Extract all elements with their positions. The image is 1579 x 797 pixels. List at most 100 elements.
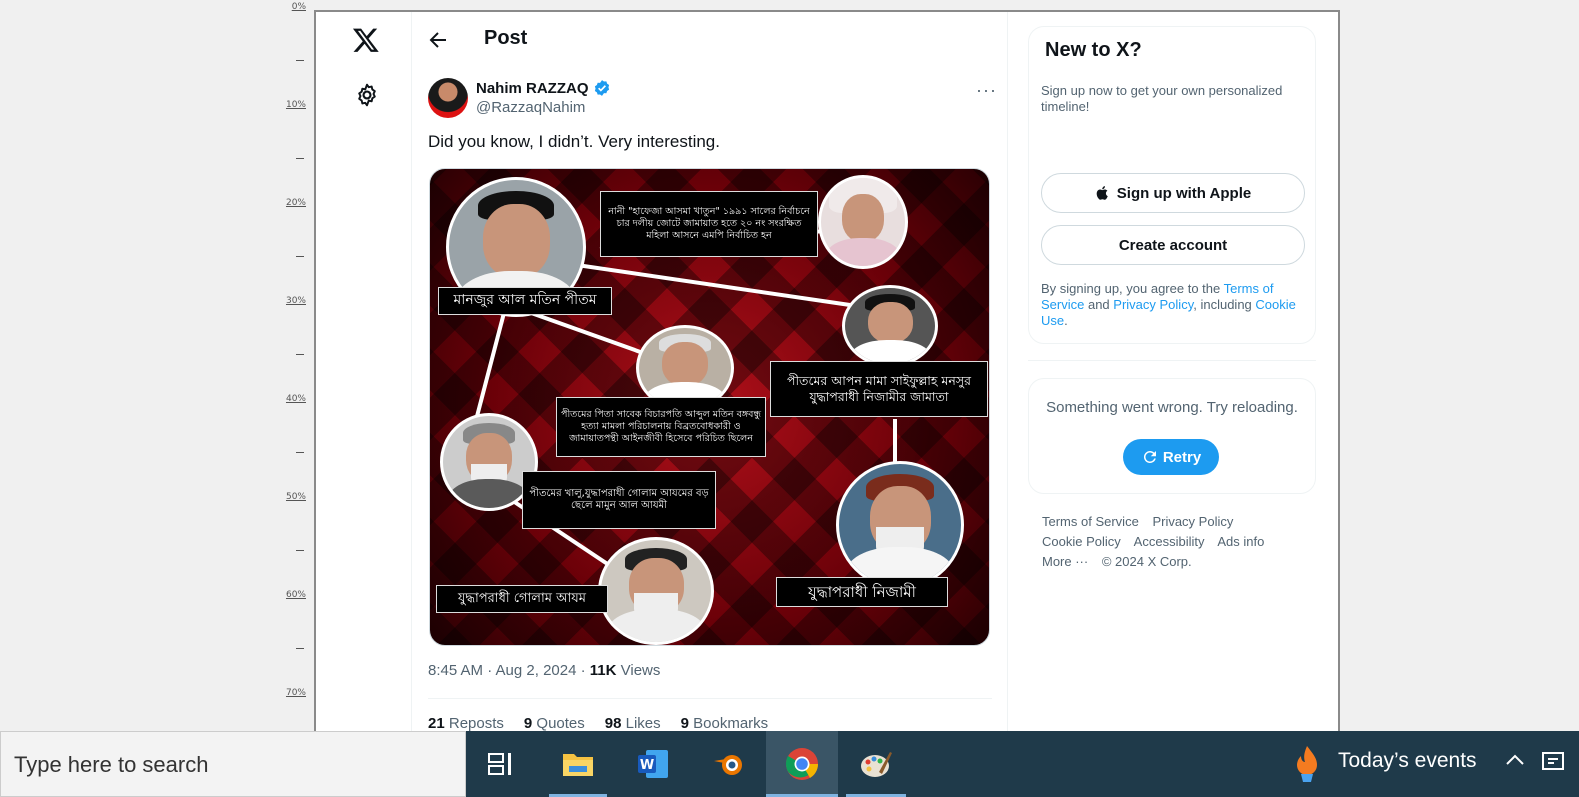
weather-icon[interactable] xyxy=(1284,741,1330,787)
quotes-label: Quotes xyxy=(532,715,585,732)
more-options-icon[interactable]: ··· xyxy=(976,81,996,104)
ruler-label: 60% xyxy=(285,590,306,600)
signup-subtitle: Sign up now to get your own personalized… xyxy=(1041,83,1283,114)
tweet-text: Did you know, I didn’t. Very interesting… xyxy=(428,132,720,151)
tweet-author: Nahim RAZZAQ @RazzaqNahim ··· xyxy=(428,78,996,122)
ruler-label: 10% xyxy=(285,100,306,110)
verified-badge-icon xyxy=(594,80,609,96)
ruler-label: 30% xyxy=(285,296,306,306)
signup-legal-text: By signing up, you agree to the Terms of… xyxy=(1041,281,1311,329)
error-card: Something went wrong. Try reloading. Ret… xyxy=(1028,378,1316,494)
likes-count: 98 xyxy=(604,715,622,732)
refresh-icon xyxy=(1143,450,1156,463)
divider xyxy=(428,698,992,699)
tweet-stats: 21 Reposts 9 Quotes 98 Likes 9 Bookmarks xyxy=(428,715,768,732)
todays-events-label[interactable]: Today’s events xyxy=(1338,749,1477,773)
signup-card: New to X? Sign up now to get your own pe… xyxy=(1028,26,1316,344)
tweet-image[interactable]: মানজুর আল মতিন পীতম নানী "হাফেজা আসমা খা… xyxy=(429,168,990,646)
quotes-count: 9 xyxy=(523,715,533,732)
author-handle[interactable]: @RazzaqNahim xyxy=(476,99,585,116)
quotes-stat[interactable]: 9 Quotes xyxy=(524,715,585,732)
retry-button[interactable]: Retry xyxy=(1123,439,1219,475)
ruler-tick xyxy=(296,354,304,355)
post-column: Post Nahim RAZZAQ @RazzaqNahim ··· Did y… xyxy=(412,12,1008,740)
reposts-stat[interactable]: 21 Reposts xyxy=(428,715,504,732)
signup-apple-button[interactable]: Sign up with Apple xyxy=(1041,173,1305,213)
left-nav xyxy=(316,12,412,740)
caption-top-left: মানজুর আল মতিন পীতম xyxy=(438,287,612,315)
footer-accessibility-link[interactable]: Accessibility xyxy=(1134,534,1205,549)
x-logo-icon[interactable] xyxy=(352,26,380,54)
avatar[interactable] xyxy=(428,78,468,118)
caption-top-box: নানী "হাফেজা আসমা খাতুন" ১৯৯১ সালের নির্… xyxy=(600,191,818,257)
zoom-ruler: 0% 10% 20% 30% 40% 50% 60% 70% xyxy=(270,0,310,740)
file-explorer-icon[interactable] xyxy=(555,741,601,787)
chrome-icon[interactable] xyxy=(779,741,825,787)
ruler-label: 20% xyxy=(285,198,306,208)
author-name-row[interactable]: Nahim RAZZAQ xyxy=(476,79,611,97)
signup-title: New to X? xyxy=(1045,39,1142,61)
ruler-label: 0% xyxy=(291,2,306,12)
ruler-tick xyxy=(296,256,304,257)
task-view-icon[interactable] xyxy=(478,741,524,787)
right-sidebar: New to X? Sign up now to get your own pe… xyxy=(1028,12,1328,740)
author-name[interactable]: Nahim RAZZAQ xyxy=(476,80,589,97)
windows-taskbar: Type here to search W Today’s events xyxy=(0,731,1579,797)
bookmarks-label: Bookmarks xyxy=(688,715,769,732)
footer-terms-link[interactable]: Terms of Service xyxy=(1042,514,1139,529)
browser-window: Post Nahim RAZZAQ @RazzaqNahim ··· Did y… xyxy=(314,10,1340,740)
reposts-label: Reposts xyxy=(444,715,504,732)
ruler-tick xyxy=(296,60,304,61)
likes-label: Likes xyxy=(621,715,661,732)
footer-privacy-link[interactable]: Privacy Policy xyxy=(1152,514,1233,529)
caption-mid-left: পীতমের খালু,যুদ্ধাপরাধী গোলাম আযমের বড় … xyxy=(522,471,716,529)
legal-end: . xyxy=(1064,313,1068,328)
gear-icon[interactable] xyxy=(354,82,380,108)
bookmarks-count: 9 xyxy=(680,715,689,732)
search-placeholder: Type here to search xyxy=(14,752,209,777)
blender-icon[interactable] xyxy=(706,741,752,787)
footer-ads-link[interactable]: Ads info xyxy=(1217,534,1264,549)
photo-nani xyxy=(818,175,908,269)
apple-icon xyxy=(1096,186,1108,200)
taskbar-search-box[interactable]: Type here to search xyxy=(0,731,466,797)
legal-including: , including xyxy=(1193,297,1256,312)
footer-copyright: © 2024 X Corp. xyxy=(1101,554,1192,569)
photo-nizami xyxy=(836,461,964,589)
caption-mid-right: পীতমের আপন মামা সাইফুল্লাহ মনসুর যুদ্ধাপ… xyxy=(770,361,988,417)
ruler-label: 70% xyxy=(285,688,306,698)
post-header: Post xyxy=(412,12,1007,68)
caption-bottom-left: যুদ্ধাপরাধী গোলাম আযম xyxy=(436,585,608,613)
legal-pre: By signing up, you agree to the xyxy=(1041,281,1224,296)
tweet-meta: 8:45 AM · Aug 2, 2024 · 11K Views xyxy=(428,662,660,679)
legal-and: and xyxy=(1084,297,1114,312)
ruler-tick xyxy=(296,452,304,453)
photo-golam-azam xyxy=(598,537,714,645)
chevron-up-icon[interactable] xyxy=(1504,749,1526,777)
svg-text:W: W xyxy=(640,758,654,773)
tweet-timestamp[interactable]: 8:45 AM · Aug 2, 2024 · xyxy=(428,662,590,679)
bookmarks-stat[interactable]: 9 Bookmarks xyxy=(681,715,769,732)
word-icon[interactable]: W xyxy=(630,741,676,787)
sidebar-footer: Terms of Service Privacy Policy Cookie P… xyxy=(1042,512,1312,572)
footer-more-link[interactable]: More ··· xyxy=(1042,554,1088,569)
privacy-link[interactable]: Privacy Policy xyxy=(1113,297,1193,312)
signup-apple-label: Sign up with Apple xyxy=(1116,184,1252,202)
arrow-left-icon[interactable] xyxy=(426,28,450,52)
likes-stat[interactable]: 98 Likes xyxy=(605,715,661,732)
create-account-label: Create account xyxy=(1118,236,1228,254)
photo-saifullah xyxy=(842,285,938,367)
notification-icon[interactable] xyxy=(1540,749,1566,781)
retry-label: Retry xyxy=(1162,448,1202,466)
paint-icon[interactable] xyxy=(853,741,899,787)
views-label: Views xyxy=(616,662,661,679)
create-account-button[interactable]: Create account xyxy=(1041,225,1305,265)
caption-bottom-right: যুদ্ধাপরাধী নিজামী xyxy=(776,577,948,607)
ruler-tick xyxy=(296,550,304,551)
ruler-label: 40% xyxy=(285,394,306,404)
views-count: 11K xyxy=(589,662,617,679)
footer-cookie-link[interactable]: Cookie Policy xyxy=(1042,534,1121,549)
ruler-label: 50% xyxy=(285,492,306,502)
page-title: Post xyxy=(484,27,528,49)
ruler-tick xyxy=(296,648,304,649)
